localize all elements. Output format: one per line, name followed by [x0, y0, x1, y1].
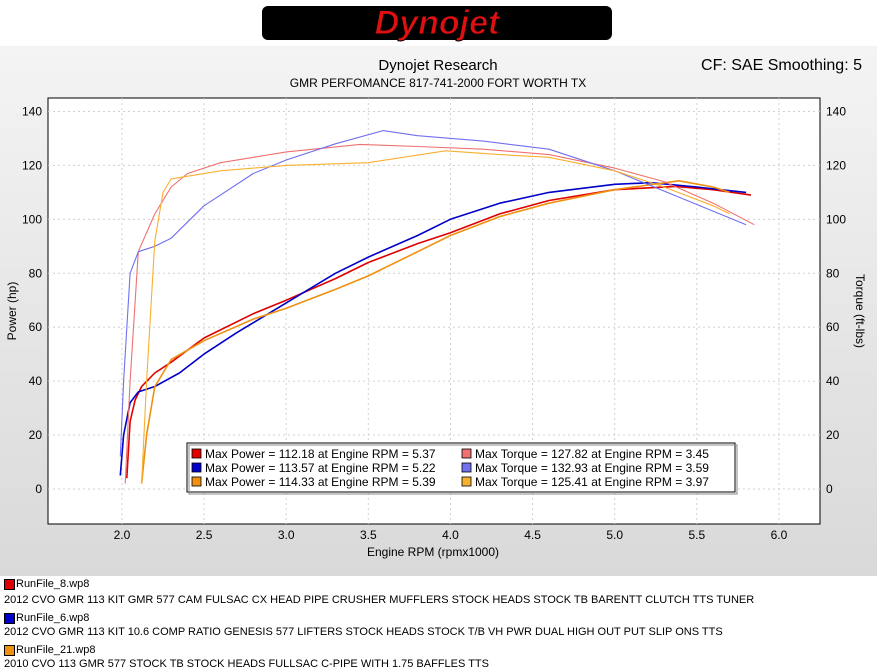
y2-tick-label: 60: [826, 320, 840, 334]
y-tick-label: 0: [35, 482, 42, 496]
x-tick-label: 4.0: [442, 528, 459, 542]
y2-tick-label: 20: [826, 428, 840, 442]
chart-title: Dynojet Research: [378, 57, 497, 74]
dyno-chart: Dynojet Research GMR PERFOMANCE 817-741-…: [5, 57, 867, 559]
legend-entry: Max Torque = 132.93 at Engine RPM = 3.59: [475, 461, 709, 475]
x-tick-label: 3.5: [360, 528, 377, 542]
y-tick-label: 60: [29, 320, 43, 334]
y-tick-label: 120: [22, 158, 42, 172]
x-tick-label: 3.0: [278, 528, 295, 542]
y2-tick-label: 140: [826, 104, 846, 118]
logo-bar: Dynojet: [0, 0, 877, 46]
x-axis-label: Engine RPM (rpmx1000): [367, 545, 499, 559]
legend-swatch: [461, 462, 472, 473]
run-file-name: RunFile_8.wp8: [16, 578, 90, 590]
run-file-description: 2012 CVO GMR 113 KIT 10.6 COMP RATIO GEN…: [4, 626, 723, 638]
y-tick-label: 140: [22, 104, 42, 118]
y2-tick-label: 120: [826, 158, 846, 172]
y-tick-label: 80: [29, 266, 43, 280]
x-tick-label: 6.0: [771, 528, 788, 542]
x-tick-label: 2.5: [196, 528, 213, 542]
run-file-description: 2012 CVO GMR 113 KIT GMR 577 CAM FULSAC …: [4, 594, 755, 606]
legend-swatch: [191, 462, 202, 473]
run-swatch-8: [4, 579, 15, 590]
chart-subtitle: GMR PERFOMANCE 817-741-2000 FORT WORTH T…: [290, 76, 587, 90]
run-file-name: RunFile_6.wp8: [16, 612, 90, 624]
legend-entry: Max Torque = 125.41 at Engine RPM = 3.97: [475, 475, 709, 489]
y2-tick-label: 100: [826, 212, 846, 226]
y2-tick-label: 40: [826, 374, 840, 388]
x-tick-label: 5.5: [688, 528, 705, 542]
legend-entry: Max Torque = 127.82 at Engine RPM = 3.45: [475, 447, 709, 461]
legend-entry: Max Power = 114.33 at Engine RPM = 5.39: [205, 475, 436, 489]
x-tick-label: 5.0: [606, 528, 623, 542]
y2-tick-label: 80: [826, 266, 840, 280]
legend-swatch: [461, 448, 472, 459]
y2-axis-label: Torque (ft-lbs): [853, 274, 867, 348]
run-swatch-6: [4, 613, 15, 624]
legend-entry: Max Power = 113.57 at Engine RPM = 5.22: [205, 461, 436, 475]
y-tick-label: 100: [22, 212, 42, 226]
y-axis-label: Power (hp): [5, 282, 19, 341]
run-file-description: 2010 CVO 113 GMR 577 STOCK TB STOCK HEAD…: [4, 658, 489, 670]
y2-tick-label: 0: [826, 482, 833, 496]
y-tick-label: 20: [29, 428, 43, 442]
run-file-name: RunFile_21.wp8: [16, 644, 96, 656]
dynojet-logo: Dynojet: [262, 4, 612, 43]
legend-swatch: [461, 476, 472, 487]
chart-legend: Max Power = 112.18 at Engine RPM = 5.37M…: [186, 442, 738, 495]
legend-swatch: [191, 448, 202, 459]
x-tick-label: 2.0: [114, 528, 131, 542]
run-swatch-21: [4, 645, 15, 656]
legend-swatch: [191, 476, 202, 487]
y-tick-label: 40: [29, 374, 43, 388]
run-files-list: RunFile_8.wp8 2012 CVO GMR 113 KIT GMR 5…: [0, 576, 877, 670]
correction-label: CF: SAE Smoothing: 5: [701, 57, 862, 74]
legend-entry: Max Power = 112.18 at Engine RPM = 5.37: [205, 447, 436, 461]
logo-text: Dynojet: [375, 4, 501, 42]
x-tick-label: 4.5: [524, 528, 541, 542]
